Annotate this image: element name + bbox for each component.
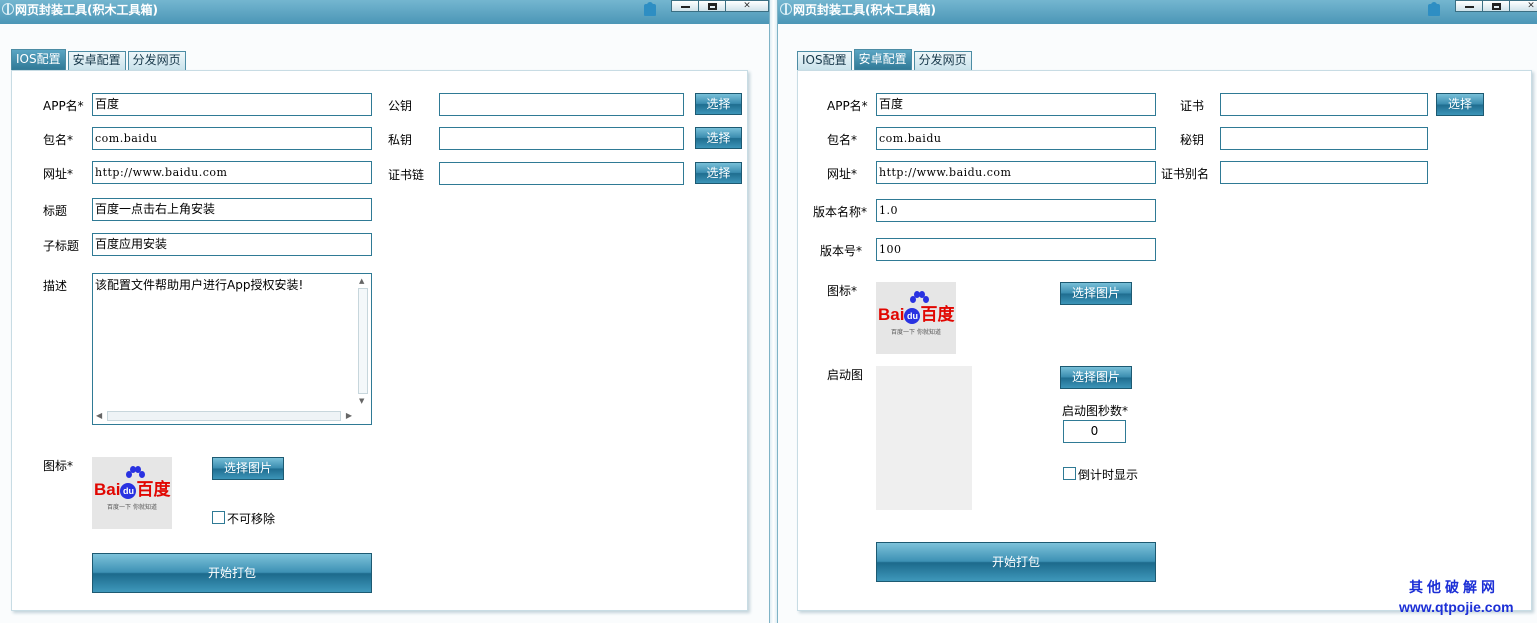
tab-android-config[interactable]: 安卓配置 [67,51,126,70]
not-removable-label: 不可移除 [227,512,276,526]
splash-image-preview [876,366,972,510]
countdown-label: 倒计时显示 [1078,468,1139,482]
vertical-scroll-thumb[interactable] [358,288,368,394]
tab-ios-config[interactable]: IOS配置 [797,51,852,70]
ios-config-panel: APP名* 包名* 网址* 标题 子标题 描述 图标* 百度 com.baidu… [11,70,748,611]
tab-bar: IOS配置 安卓配置 分发网页 [11,49,188,70]
horizontal-scroll-thumb[interactable] [107,411,341,421]
scroll-down-icon[interactable]: ▼ [359,397,364,405]
cert-chain-label: 证书链 [388,168,425,182]
private-key-label: 私钥 [388,133,413,147]
cert-chain-input[interactable] [439,162,684,185]
app-name-label: APP名* [43,99,84,113]
app-icon-preview: Bai du 百度 百度一下 你就知道 [876,282,956,354]
cert-label: 证书 [1180,99,1205,113]
tab-distribute-page[interactable]: 分发网页 [913,51,972,70]
package-input[interactable]: com.baidu [92,127,372,150]
public-key-label: 公钥 [388,99,413,113]
watermark-site-name: 其他破解网 [1409,580,1499,596]
tab-ios-config[interactable]: IOS配置 [11,49,66,70]
url-input[interactable]: http://www.baidu.com [876,161,1156,184]
skin-icon[interactable] [1427,1,1441,17]
close-icon: × [1527,0,1535,11]
not-removable-checkbox[interactable] [212,511,225,524]
url-label: 网址* [43,167,74,181]
cert-alias-label: 证书别名 [1161,167,1210,181]
title-label: 标题 [43,204,68,218]
minimize-button[interactable] [1455,0,1483,12]
window-divider [770,0,777,623]
package-label: 包名* [827,133,858,147]
maximize-button[interactable] [1482,0,1510,12]
subtitle-input[interactable]: 百度应用安装 [92,233,372,256]
select-splash-button[interactable]: 选择图片 [1060,366,1132,389]
scroll-up-icon[interactable]: ▲ [359,277,364,285]
splash-seconds-input[interactable]: 0 [1063,420,1126,443]
splash-seconds-label: 启动图秒数* [1062,404,1129,418]
description-textarea[interactable]: 该配置文件帮助用户进行App授权安装! ▲ ▼ ◀ ▶ [92,273,372,425]
splash-label: 启动图 [827,368,864,382]
maximize-button[interactable] [698,0,726,12]
title-bar[interactable]: 网页封装工具(积木工具箱) × [778,0,1537,24]
countdown-checkbox[interactable] [1063,467,1076,480]
secret-key-label: 秘钥 [1180,133,1205,147]
app-name-input[interactable]: 百度 [92,93,372,116]
minimize-button[interactable] [671,0,699,12]
app-icon-preview: Bai du 百度 百度一下 你就知道 [92,457,172,529]
vertical-scrollbar[interactable]: ▲ ▼ [355,274,371,408]
version-name-input[interactable]: 1.0 [876,199,1156,222]
left-window: 网页封装工具(积木工具箱) × IOS配置 安卓配置 分发网页 APP名* 包名… [0,0,770,623]
version-name-label: 版本名称* [813,205,868,219]
tab-bar: IOS配置 安卓配置 分发网页 [797,49,974,70]
android-config-panel: APP名* 包名* 网址* 版本名称* 版本号* 图标* 启动图 百度 com.… [797,70,1532,611]
horizontal-scrollbar[interactable]: ◀ ▶ [93,408,355,424]
minimize-icon [1465,6,1474,8]
window-title: 网页封装工具(积木工具箱) [15,3,158,17]
app-name-label: APP名* [827,99,868,113]
subtitle-label: 子标题 [43,239,80,253]
close-button[interactable]: × [1509,0,1537,12]
url-input[interactable]: http://www.baidu.com [92,161,372,184]
secret-key-input[interactable] [1220,127,1428,150]
app-icon [2,3,14,15]
select-cert-chain-button[interactable]: 选择 [695,162,742,184]
tab-android-config[interactable]: 安卓配置 [853,49,912,70]
scroll-right-icon[interactable]: ▶ [346,411,352,420]
package-input[interactable]: com.baidu [876,127,1156,150]
watermark-url: www.qtpojie.com [1399,599,1514,615]
package-label: 包名* [43,133,74,147]
app-icon [780,3,792,15]
public-key-input[interactable] [439,93,684,116]
tab-distribute-page[interactable]: 分发网页 [127,51,186,70]
start-build-button[interactable]: 开始打包 [92,553,372,593]
version-code-input[interactable]: 100 [876,238,1156,261]
version-code-label: 版本号* [820,244,863,258]
private-key-input[interactable] [439,127,684,150]
window-title: 网页封装工具(积木工具箱) [793,3,936,17]
maximize-icon [1492,3,1501,10]
scroll-left-icon[interactable]: ◀ [96,411,102,420]
maximize-icon [708,3,717,10]
url-label: 网址* [827,167,858,181]
select-private-key-button[interactable]: 选择 [695,127,742,149]
icon-label: 图标* [43,459,74,473]
title-input[interactable]: 百度一点击右上角安装 [92,198,372,221]
skin-icon[interactable] [643,1,657,17]
select-icon-button[interactable]: 选择图片 [212,457,284,480]
select-public-key-button[interactable]: 选择 [695,93,742,115]
close-button[interactable]: × [725,0,769,12]
cert-alias-input[interactable] [1220,161,1428,184]
right-window: 网页封装工具(积木工具箱) × IOS配置 安卓配置 分发网页 APP名* 包名… [777,0,1537,623]
close-icon: × [743,0,751,11]
cert-input[interactable] [1220,93,1428,116]
minimize-icon [681,6,690,8]
select-cert-button[interactable]: 选择 [1436,93,1484,116]
description-text: 该配置文件帮助用户进行App授权安装! [95,278,304,292]
select-icon-button[interactable]: 选择图片 [1060,282,1132,305]
title-bar[interactable]: 网页封装工具(积木工具箱) × [0,0,769,24]
description-label: 描述 [43,279,68,293]
app-name-input[interactable]: 百度 [876,93,1156,116]
icon-label: 图标* [827,284,858,298]
start-build-button[interactable]: 开始打包 [876,542,1156,582]
